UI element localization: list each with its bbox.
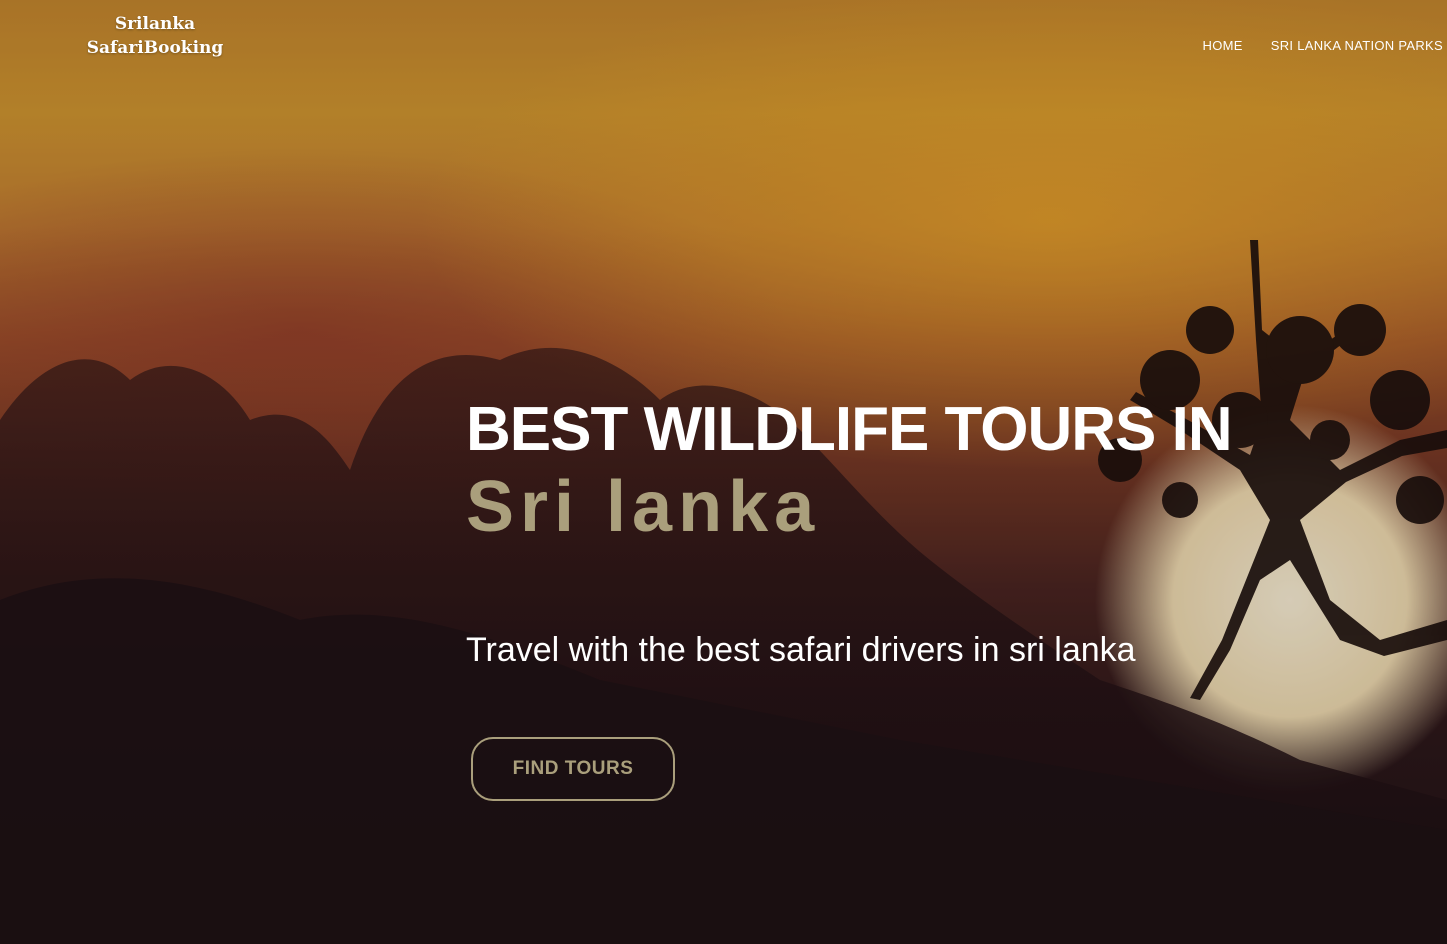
nav-item-home[interactable]: HOME: [1203, 38, 1243, 54]
hero-content: BEST WILDLIFE TOURS IN Sri lanka: [466, 395, 1366, 547]
hero-sub-headline: Sri lanka: [466, 467, 821, 547]
hero-section: Srilanka SafariBooking HOME SRI LANKA NA…: [0, 0, 1447, 944]
nav-item-national-parks[interactable]: SRI LANKA NATION PARKS: [1271, 38, 1443, 54]
find-tours-button[interactable]: FIND TOURS: [471, 737, 675, 801]
hero-headline: BEST WILDLIFE TOURS IN: [466, 395, 1233, 464]
main-navigation: HOME SRI LANKA NATION PARKS: [1203, 38, 1443, 54]
hero-tagline: Travel with the best safari drivers in s…: [466, 631, 1136, 669]
site-logo-line-1: Srilanka: [114, 14, 196, 34]
site-logo[interactable]: Srilanka SafariBooking: [70, 12, 240, 60]
site-logo-line-2: SafariBooking: [86, 38, 224, 58]
